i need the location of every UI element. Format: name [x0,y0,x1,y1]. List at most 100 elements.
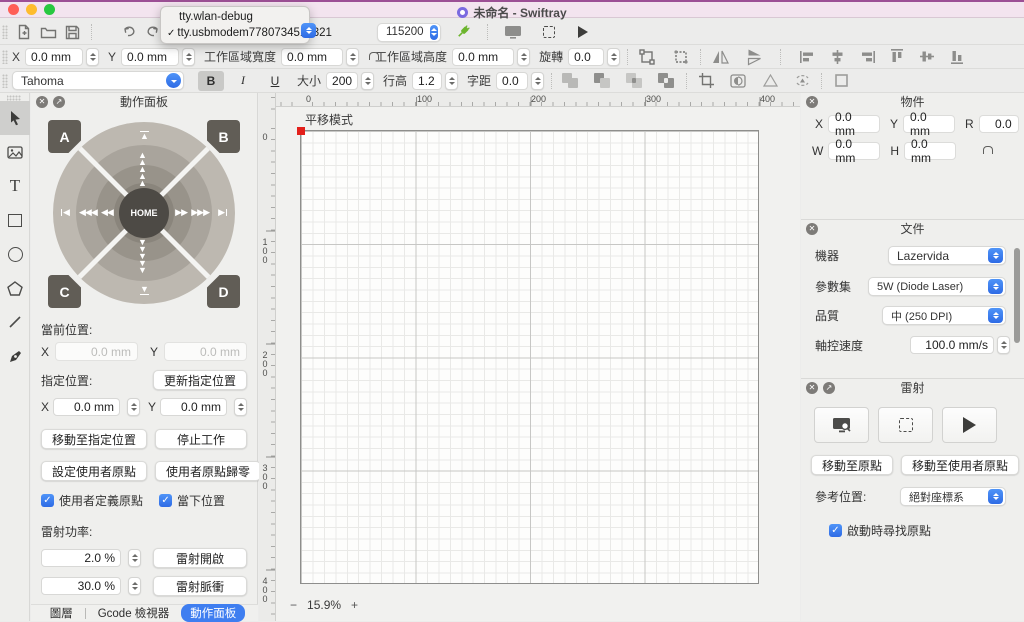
undock-panel-icon[interactable]: ↗ [823,381,835,394]
zoom-in-button[interactable]: + [351,598,358,612]
connect-button[interactable] [451,22,475,42]
pen-tool-button[interactable] [0,339,30,373]
target-x-input[interactable]: 0.0 mm [53,398,120,416]
jog-right-3-icon[interactable]: ▶▶▶ [191,208,210,217]
target-y-input[interactable]: 0.0 mm [160,398,227,416]
frame-job-button[interactable] [537,22,561,42]
jog-speed-stepper[interactable] [997,336,1010,354]
zero-user-origin-button[interactable]: 使用者原點歸零 [155,461,262,481]
bold-button[interactable]: B [198,70,224,91]
letter-spacing-stepper[interactable] [531,71,545,90]
target-y-stepper[interactable] [234,398,247,416]
zoom-out-button[interactable]: − [290,598,297,612]
scrollbar-thumb[interactable] [1014,248,1020,343]
laser-pulse-power-input[interactable]: 30.0 % [41,577,121,595]
polygon-tool-button[interactable] [0,271,30,305]
preview-job-button[interactable] [814,407,869,443]
rectangle-tool-button[interactable] [0,203,30,237]
checkbox-current-pos[interactable]: ✓ [159,494,173,507]
target-x-stepper[interactable] [127,398,140,416]
move-to-target-button[interactable]: 移動至指定位置 [41,429,148,449]
baud-rate-select[interactable]: 115200 [377,22,441,42]
trace-button[interactable] [790,71,814,91]
font-size-stepper[interactable] [361,71,375,90]
ellipse-tool-button[interactable] [0,237,30,271]
close-panel-icon[interactable]: ✕ [806,222,818,235]
rotate-input[interactable]: 0.0 [568,47,605,66]
invert-contrast-button[interactable] [726,71,750,91]
italic-button[interactable]: I [230,71,256,91]
y-position-stepper[interactable] [182,47,196,66]
work-width-input[interactable]: 0.0 mm [281,47,344,66]
underline-button[interactable]: U [262,71,288,91]
jog-left-3-icon[interactable]: ◀◀◀ [79,208,98,217]
boolean-intersect-button[interactable] [623,71,647,91]
new-file-button[interactable] [12,22,36,42]
align-top-button[interactable] [885,47,909,67]
start-job-button[interactable] [942,407,997,443]
preview-button[interactable] [501,22,525,42]
close-panel-icon[interactable]: ✕ [806,381,818,394]
group-button[interactable] [635,47,659,67]
update-target-button[interactable]: 更新指定位置 [152,370,247,390]
undo-button[interactable] [117,22,141,42]
jog-dial-rings[interactable]: ▲ ▲▲▲ ▲▲ ▲ ▼ ▼▼ ▼▼▼ ▼ ◀ ◀◀◀ ◀◀ ◀ ▶ ▶▶ ▶▶… [53,122,235,304]
letter-spacing-input[interactable]: 0.0 [496,71,529,90]
work-area[interactable] [297,127,759,584]
set-user-origin-button[interactable]: 設定使用者原點 [41,461,148,481]
boolean-difference-button[interactable] [655,71,679,91]
sharpen-button[interactable] [758,71,782,91]
x-position-input[interactable]: 0.0 mm [25,47,84,66]
home-button[interactable]: HOME [119,188,169,238]
flip-horizontal-button[interactable] [708,47,732,67]
object-width-input[interactable]: 0.0 mm [828,137,881,165]
toolbar-drag-handle[interactable] [2,25,8,39]
align-center-vertical-button[interactable] [915,47,939,67]
boolean-union-button[interactable] [559,71,583,91]
checkbox-user-origin[interactable]: ✓ [41,494,54,507]
preset-select[interactable]: 5W (Diode Laser) [868,277,1006,296]
port-select-chevron-icon[interactable] [301,23,316,38]
laser-on-power-input[interactable]: 2.0 % [41,549,121,567]
laser-pulse-button[interactable]: 雷射脈衝 [153,576,247,596]
laser-pulse-power-stepper[interactable] [128,577,141,595]
jog-speed-input[interactable]: 100.0 mm/s [910,336,994,354]
jog-left-2-icon[interactable]: ◀◀ [101,208,114,217]
tab-layers[interactable]: 圖層 [44,605,79,621]
font-family-select[interactable]: Tahoma [12,71,184,90]
line-tool-button[interactable] [0,305,30,339]
rotate-stepper[interactable] [607,47,621,66]
move-to-origin-button[interactable]: 移動至原點 [811,455,894,475]
tab-gcode-viewer[interactable]: Gcode 檢視器 [92,605,176,621]
object-height-input[interactable]: 0.0 mm [904,137,956,165]
jog-up-2-icon[interactable]: ▲ ▲ [138,172,147,188]
quality-select[interactable]: 中 (250 DPI) [882,306,1006,325]
ungroup-button[interactable] [669,47,693,67]
jog-right-max-icon[interactable]: ▶ [218,208,227,217]
move-to-user-origin-button[interactable]: 移動至使用者原點 [901,455,1020,475]
tab-action-panel[interactable]: 動作面板 [181,604,246,622]
frame-job-button[interactable] [878,407,933,443]
image-tool-button[interactable] [0,135,30,169]
work-height-stepper[interactable] [517,47,531,66]
jog-down-max-icon[interactable]: ▼ [140,285,149,295]
crop-button[interactable] [694,71,718,91]
close-panel-icon[interactable]: ✕ [36,95,48,108]
mask-button[interactable] [829,71,853,91]
line-height-stepper[interactable] [445,71,459,90]
checkbox-home-on-start[interactable]: ✓ [829,524,842,537]
boolean-subtract-button[interactable] [591,71,615,91]
laser-on-button[interactable]: 雷射開啟 [153,548,247,568]
undock-panel-icon[interactable]: ↗ [53,95,65,108]
x-position-stepper[interactable] [86,47,100,66]
select-tool-button[interactable] [0,101,30,135]
object-x-input[interactable]: 0.0 mm [828,110,881,138]
work-width-stepper[interactable] [346,47,360,66]
menu-item-port-wlan[interactable]: tty.wlan-debug [161,9,309,25]
flip-vertical-button[interactable] [742,47,766,67]
align-bottom-button[interactable] [945,47,969,67]
save-button[interactable] [60,22,84,42]
font-size-input[interactable]: 200 [326,71,359,90]
align-left-button[interactable] [795,47,819,67]
line-height-input[interactable]: 1.2 [412,71,443,90]
